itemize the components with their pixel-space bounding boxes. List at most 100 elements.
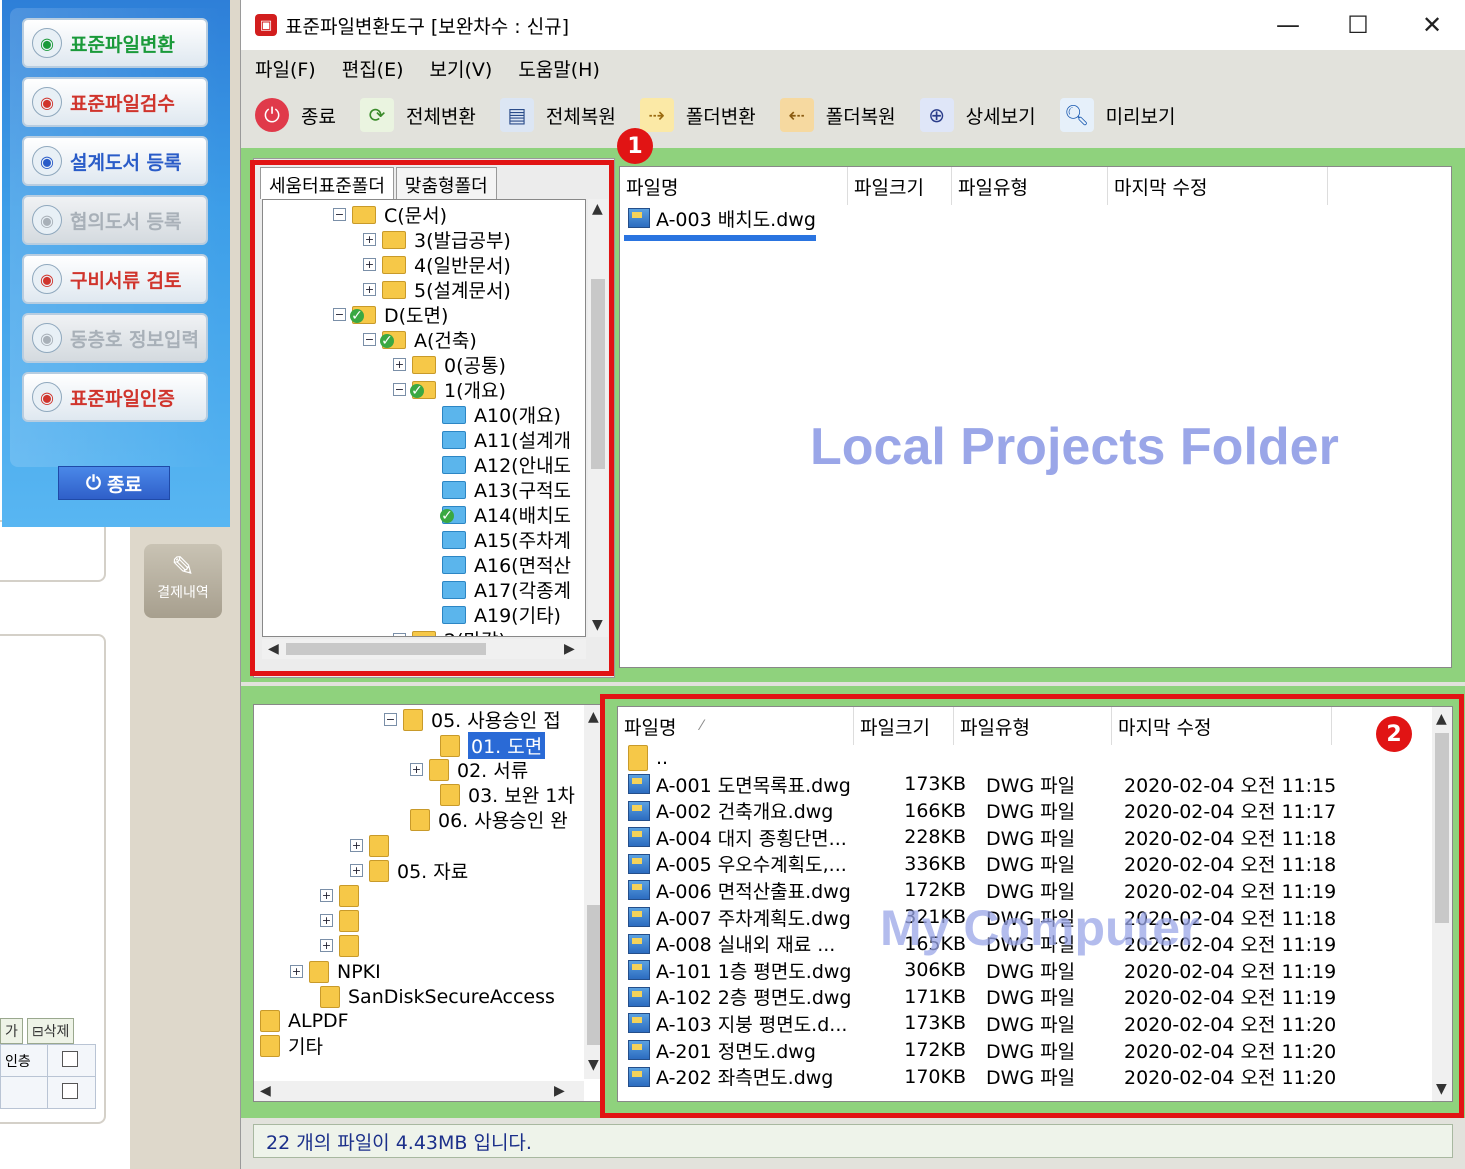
certificate-icon: ◉ bbox=[32, 382, 62, 412]
menu-bar: 파일(F) 편집(E) 보기(V) 도움말(H) bbox=[241, 50, 1465, 86]
launcher-button-label: 협의도서 등록 bbox=[70, 210, 182, 233]
expand-icon[interactable]: + bbox=[350, 864, 363, 877]
magnifier-doc-icon: ◉ bbox=[32, 87, 62, 117]
menu-help[interactable]: 도움말(H) bbox=[518, 55, 600, 82]
menu-edit[interactable]: 편집(E) bbox=[342, 55, 404, 82]
scroll-up-icon[interactable]: ▲ bbox=[588, 709, 599, 725]
preview-button[interactable]: 🔍︎ 미리보기 bbox=[1059, 98, 1176, 132]
tree-item[interactable]: 기타 bbox=[260, 1033, 323, 1058]
column-header-name[interactable]: 파일명 bbox=[620, 167, 848, 205]
folder-icon bbox=[339, 934, 359, 957]
details-label: 상세보기 bbox=[965, 105, 1036, 128]
minimize-button[interactable]: — bbox=[1273, 10, 1303, 40]
tree-item[interactable]: +05. 자료 bbox=[350, 858, 468, 883]
close-button[interactable]: ✕ bbox=[1417, 10, 1447, 40]
launcher-button-label: 동층호 정보입력 bbox=[70, 328, 199, 351]
expand-icon[interactable]: + bbox=[350, 839, 363, 852]
building-icon: ◉ bbox=[32, 323, 62, 353]
collapse-icon[interactable]: − bbox=[384, 713, 397, 726]
delete-button[interactable]: ⊟삭제 bbox=[26, 1018, 75, 1044]
tree-horizontal-scrollbar[interactable]: ◀ ▶ bbox=[254, 1081, 584, 1101]
power-icon: ⏻ bbox=[255, 98, 289, 132]
tree-item-label: 03. 보완 1차 bbox=[468, 785, 575, 807]
tree-item[interactable]: + NPKI bbox=[290, 959, 381, 984]
restore-all-icon: ▤ bbox=[499, 98, 534, 132]
column-header-type[interactable]: 파일유형 bbox=[952, 167, 1108, 205]
folder-convert-button[interactable]: ⇢ 폴더변환 bbox=[639, 98, 756, 132]
folder-icon bbox=[410, 808, 430, 831]
launcher-exit-button[interactable]: ⏻ 종료 bbox=[58, 466, 170, 500]
launcher-panel: ◉ 표준파일변환 ◉ 표준파일검수 ◉ 설계도서 등록 ◉ 협의도서 등록 ◉ 구비서류 검토 ◉ 동… bbox=[2, 0, 230, 527]
convert-all-button[interactable]: ⟳ 전체변환 bbox=[359, 98, 476, 132]
expand-icon[interactable]: + bbox=[320, 914, 333, 927]
payment-history-label: 결제내역 bbox=[157, 585, 209, 601]
clipboard-icon: ◉ bbox=[32, 264, 62, 294]
scroll-thumb[interactable] bbox=[587, 905, 601, 1045]
tree-item[interactable]: + bbox=[320, 908, 367, 933]
tree-item-label: NPKI bbox=[337, 960, 381, 983]
menu-file[interactable]: 파일(F) bbox=[255, 55, 316, 82]
preview-label: 미리보기 bbox=[1105, 105, 1176, 128]
tree-item[interactable]: + bbox=[320, 883, 367, 908]
folder-icon bbox=[309, 960, 329, 983]
launcher-button[interactable]: ◉ 협의도서 등록 bbox=[22, 195, 208, 245]
payment-icon: ✎ bbox=[171, 550, 195, 583]
exit-button[interactable]: ⏻ 종료 bbox=[255, 98, 336, 132]
tree-item[interactable]: 03. 보완 1차 bbox=[440, 782, 575, 807]
folder-restore-label: 폴더복원 bbox=[825, 105, 896, 128]
details-icon: ⊕ bbox=[919, 98, 954, 132]
scroll-left-icon[interactable]: ◀ bbox=[260, 1083, 271, 1099]
preview-icon: 🔍︎ bbox=[1059, 98, 1094, 132]
expand-icon[interactable]: + bbox=[320, 939, 333, 952]
file-row[interactable]: A-003 배치도.dwg bbox=[628, 205, 816, 231]
tree-item[interactable]: 06. 사용승인 완 bbox=[410, 807, 568, 832]
background-table: 인층 bbox=[0, 1044, 96, 1109]
tree-item[interactable]: + bbox=[350, 833, 397, 858]
app-icon: ▣ bbox=[255, 14, 277, 36]
status-bar: 22 개의 파일이 4.43MB 입니다. bbox=[253, 1124, 1453, 1158]
add-button[interactable]: 가 bbox=[0, 1018, 23, 1044]
file-name: A-003 배치도.dwg bbox=[656, 208, 816, 231]
launcher-button[interactable]: ◉ 구비서류 검토 bbox=[22, 254, 208, 304]
recycle-icon: ◉ bbox=[32, 28, 62, 58]
checkbox[interactable] bbox=[62, 1050, 79, 1067]
annotation-badge-2: 2 bbox=[1376, 716, 1412, 752]
folder-convert-label: 폴더변환 bbox=[685, 105, 756, 128]
tree-item-label: 01. 도면 bbox=[468, 732, 546, 759]
column-header-size[interactable]: 파일크기 bbox=[848, 167, 952, 205]
launcher-button-label: 표준파일검수 bbox=[70, 92, 175, 115]
launcher-button[interactable]: ◉ 표준파일검수 bbox=[22, 77, 208, 127]
tree-item[interactable]: ALPDF bbox=[260, 1008, 349, 1033]
folder-icon bbox=[339, 909, 359, 932]
annotation-badge-1: 1 bbox=[617, 128, 653, 164]
folder-icon bbox=[260, 1034, 280, 1057]
tree-item[interactable]: SanDiskSecureAccess bbox=[320, 984, 555, 1009]
details-button[interactable]: ⊕ 상세보기 bbox=[919, 98, 1036, 132]
tree-item[interactable]: − 05. 사용승인 접 bbox=[384, 707, 561, 732]
expand-icon[interactable]: + bbox=[410, 763, 423, 776]
tree-item[interactable]: + bbox=[320, 933, 367, 958]
launcher-button-label: 구비서류 검토 bbox=[70, 269, 182, 292]
launcher-button[interactable]: ◉ 표준파일변환 bbox=[22, 18, 208, 68]
folder-icon bbox=[369, 834, 389, 857]
scroll-right-icon[interactable]: ▶ bbox=[554, 1083, 565, 1099]
launcher-button[interactable]: ◉ 동층호 정보입력 bbox=[22, 313, 208, 363]
checkbox[interactable] bbox=[62, 1082, 79, 1099]
annotation-box-1 bbox=[250, 160, 614, 676]
tree-item[interactable]: 01. 도면 bbox=[440, 732, 546, 759]
menu-view[interactable]: 보기(V) bbox=[430, 55, 493, 82]
restore-all-button[interactable]: ▤ 전체복원 bbox=[499, 98, 616, 132]
scroll-down-icon[interactable]: ▼ bbox=[588, 1057, 599, 1073]
folder-restore-button[interactable]: ⇠ 폴더복원 bbox=[779, 98, 896, 132]
expand-icon[interactable]: + bbox=[320, 889, 333, 902]
column-header-modified[interactable]: 마지막 수정 bbox=[1108, 167, 1328, 205]
expand-icon[interactable]: + bbox=[290, 965, 303, 978]
payment-history-button[interactable]: ✎ 결제내역 bbox=[144, 544, 222, 618]
folder-icon bbox=[339, 884, 359, 907]
tree-item[interactable]: +02. 서류 bbox=[410, 757, 528, 782]
launcher-button[interactable]: ◉ 설계도서 등록 bbox=[22, 136, 208, 186]
launcher-button[interactable]: ◉ 표준파일인증 bbox=[22, 372, 208, 422]
maximize-button[interactable]: ☐ bbox=[1343, 10, 1373, 40]
monitor-icon: ◉ bbox=[32, 146, 62, 176]
launcher-button-label: 표준파일인증 bbox=[70, 387, 175, 410]
